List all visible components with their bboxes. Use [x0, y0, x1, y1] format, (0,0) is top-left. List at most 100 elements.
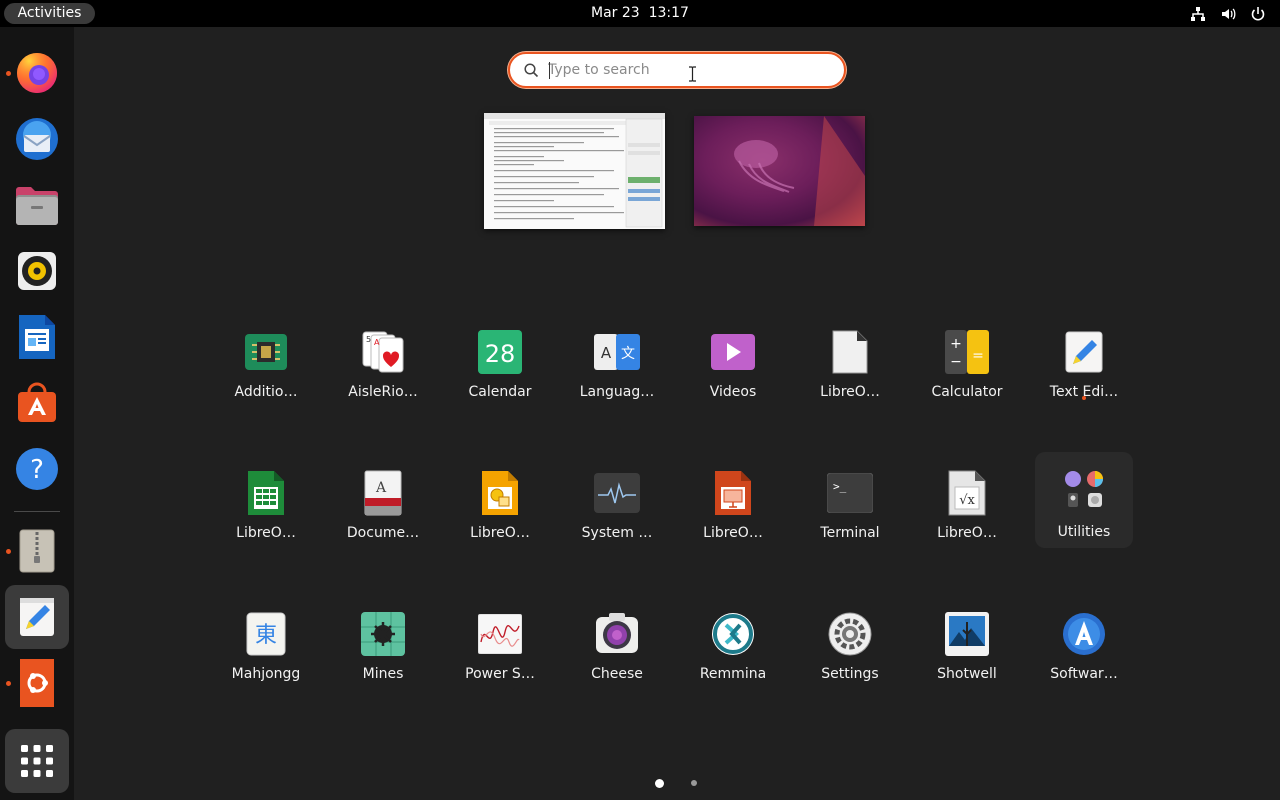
app-remmina[interactable]: Remmina	[683, 603, 783, 695]
remmina-icon	[709, 610, 757, 658]
app-label: Cheese	[591, 666, 643, 682]
writer-icon	[19, 315, 55, 359]
dock-item-firefox[interactable]	[5, 41, 69, 105]
app-label: Docume…	[346, 525, 420, 541]
dock-item-ubuntu[interactable]	[5, 651, 69, 715]
app-libreoffice-math[interactable]: √x LibreO…	[917, 462, 1017, 554]
archive-icon	[19, 529, 55, 573]
app-additional-drivers[interactable]: Additio…	[216, 321, 316, 413]
dock-item-archive-manager[interactable]	[5, 519, 69, 583]
app-document-viewer[interactable]: A Docume…	[333, 462, 433, 554]
app-label: Remmina	[699, 666, 767, 682]
svg-text:28: 28	[485, 340, 516, 368]
app-libreoffice-calc[interactable]: LibreO…	[216, 462, 316, 554]
app-libreoffice-impress[interactable]: LibreO…	[683, 462, 783, 554]
svg-text:A: A	[601, 344, 612, 362]
libreoffice-icon	[826, 328, 874, 376]
power-icon[interactable]	[1250, 6, 1266, 22]
app-label: Additio…	[234, 384, 298, 400]
app-label: Power S…	[465, 666, 535, 682]
app-terminal[interactable]: >_ Terminal	[800, 462, 900, 554]
top-bar: Activities Mar 23 13:17	[0, 0, 1280, 27]
text-caret	[549, 62, 550, 79]
dock-item-files[interactable]	[5, 173, 69, 237]
app-mahjongg[interactable]: 東 Mahjongg	[216, 603, 316, 695]
aisleriot-icon: 5A	[359, 328, 407, 376]
activities-button[interactable]: Activities	[4, 3, 95, 24]
app-label: System …	[581, 525, 653, 541]
svg-text:√x: √x	[959, 493, 975, 508]
calendar-icon: 28	[476, 328, 524, 376]
app-label: LibreO…	[703, 525, 763, 541]
workspace-thumbnail-1[interactable]	[484, 113, 665, 229]
mahjongg-icon: 東	[242, 610, 290, 658]
app-libreoffice[interactable]: LibreO…	[800, 321, 900, 413]
app-software[interactable]: Softwar…	[1034, 603, 1134, 695]
window-preview	[484, 113, 665, 229]
app-label: Settings	[821, 666, 879, 682]
svg-text:東: 東	[255, 623, 277, 648]
app-label: LibreO…	[236, 525, 296, 541]
app-label: Terminal	[820, 525, 880, 541]
settings-icon	[826, 610, 874, 658]
dock-item-ubuntu-software[interactable]	[5, 371, 69, 435]
terminal-icon: >_	[826, 469, 874, 517]
dock-item-thunderbird[interactable]	[5, 107, 69, 171]
app-label: Calendar	[468, 384, 532, 400]
dock-item-rhythmbox[interactable]	[5, 239, 69, 303]
app-label: AisleRio…	[348, 384, 418, 400]
app-label: Utilities	[1057, 524, 1111, 540]
thunderbird-icon	[16, 118, 58, 160]
app-calendar[interactable]: 28 Calendar	[450, 321, 550, 413]
app-settings[interactable]: Settings	[800, 603, 900, 695]
app-shotwell[interactable]: Shotwell	[917, 603, 1017, 695]
network-icon[interactable]	[1190, 6, 1206, 22]
svg-text:−: −	[950, 354, 962, 370]
app-cheese[interactable]: Cheese	[567, 603, 667, 695]
help-icon: ?	[16, 448, 58, 490]
page-indicator-2[interactable]	[691, 780, 697, 786]
power-statistics-icon	[476, 610, 524, 658]
software-icon	[1060, 610, 1108, 658]
dock: ?	[0, 27, 74, 800]
show-applications-button[interactable]	[5, 729, 69, 793]
svg-text:=: =	[972, 348, 984, 364]
dock-item-help[interactable]: ?	[5, 437, 69, 501]
svg-text:5: 5	[366, 335, 371, 344]
app-grid-icon	[21, 745, 53, 777]
dock-item-writer[interactable]	[5, 305, 69, 369]
app-label: Mahjongg	[231, 666, 301, 682]
app-label: Shotwell	[937, 666, 997, 682]
search-icon	[524, 63, 539, 78]
files-icon	[16, 187, 58, 225]
app-label: LibreO…	[470, 525, 530, 541]
app-videos[interactable]: Videos	[683, 321, 783, 413]
text-editor-icon	[1060, 328, 1108, 376]
mines-icon	[359, 610, 407, 658]
search-box[interactable]	[508, 52, 846, 88]
app-utilities-folder[interactable]: Utilities	[1035, 452, 1133, 548]
system-tray[interactable]	[1190, 4, 1266, 24]
app-language-support[interactable]: A 文 Languag…	[567, 321, 667, 413]
svg-text:文: 文	[621, 346, 635, 362]
volume-icon[interactable]	[1220, 6, 1236, 22]
libreoffice-draw-icon	[476, 469, 524, 517]
rhythmbox-icon	[18, 252, 56, 290]
app-libreoffice-draw[interactable]: LibreO…	[450, 462, 550, 554]
document-viewer-icon: A	[359, 469, 407, 517]
clock-button[interactable]: Mar 23 13:17	[591, 5, 689, 21]
app-system-monitor[interactable]: System …	[567, 462, 667, 554]
workspace-thumbnail-2[interactable]	[694, 116, 865, 226]
app-label: Mines	[362, 666, 404, 682]
app-calculator[interactable]: + − = Calculator	[917, 321, 1017, 413]
app-label: LibreO…	[820, 384, 880, 400]
app-power-statistics[interactable]: Power S…	[450, 603, 550, 695]
page-indicator-1[interactable]	[655, 779, 664, 788]
clock-date: Mar 23	[591, 5, 640, 21]
app-aisleriot[interactable]: 5 A AisleRio…	[333, 321, 433, 413]
jellyfish-wallpaper	[734, 116, 865, 226]
svg-text:?: ?	[30, 455, 44, 485]
svg-text:A: A	[374, 338, 380, 347]
dock-item-text-editor[interactable]	[5, 585, 69, 649]
app-mines[interactable]: Mines	[333, 603, 433, 695]
